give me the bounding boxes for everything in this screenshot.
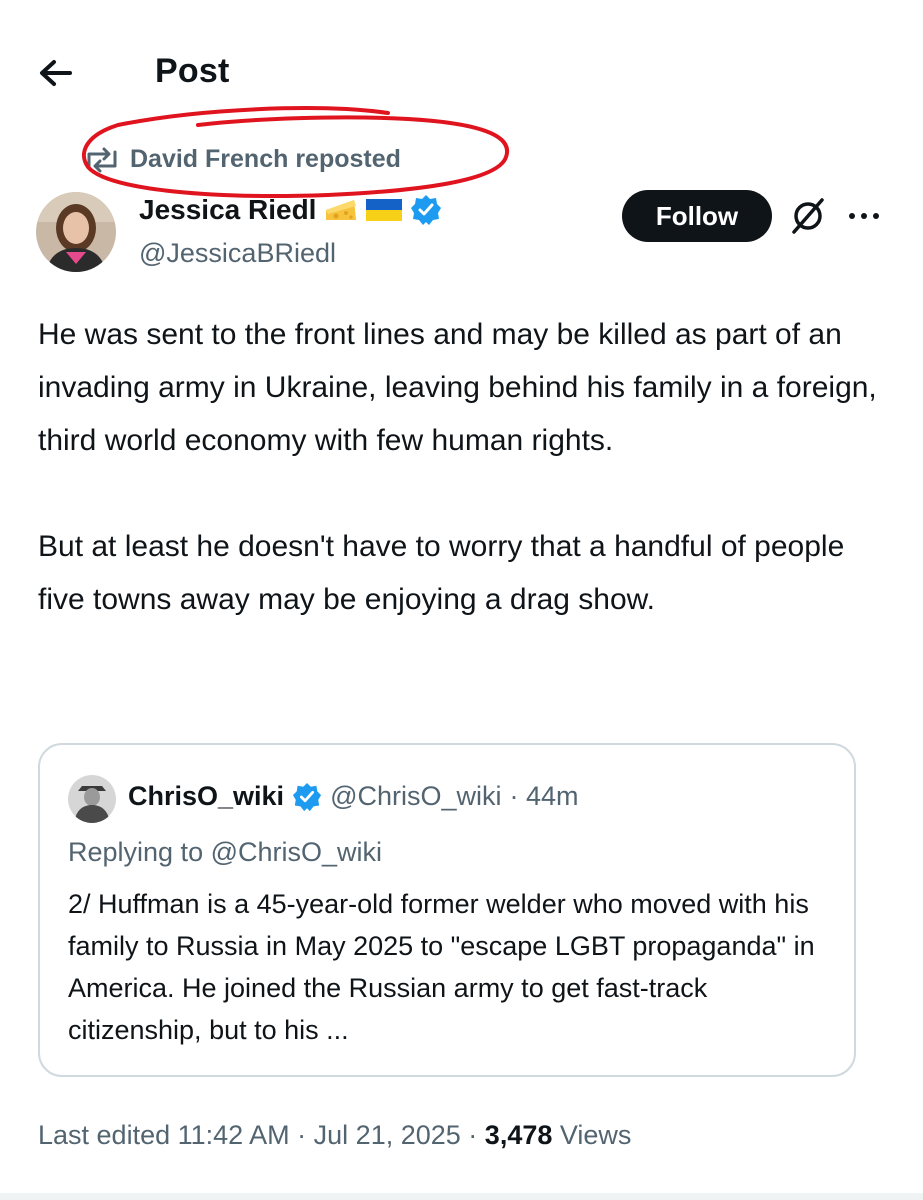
divider (0, 1193, 923, 1200)
arrow-left-icon (40, 60, 72, 86)
post-paragraph: He was sent to the front lines and may b… (38, 318, 877, 457)
quoted-author-name: ChrisO_wiki (128, 781, 285, 811)
ukraine-flag-icon (366, 199, 403, 221)
replying-prefix: Replying to (68, 837, 204, 867)
repost-indicator[interactable]: David French reposted (82, 145, 401, 174)
back-button[interactable] (32, 46, 88, 102)
grok-button[interactable] (788, 196, 828, 236)
page-title: Post (155, 52, 230, 90)
more-options-button[interactable] (846, 200, 882, 232)
verified-badge-icon (293, 782, 322, 811)
quoted-post-card[interactable]: ChrisO_wiki @ChrisO_wiki · 44m Replying … (38, 743, 856, 1077)
repost-text: David French reposted (130, 145, 401, 173)
author-name: Jessica Riedl (139, 194, 317, 225)
verified-badge-icon (411, 195, 442, 225)
edited-timestamp[interactable]: Last edited 11:42 AM · Jul 21, 2025 · (38, 1120, 477, 1150)
grok-icon (792, 198, 824, 234)
views-count: 3,478 (484, 1120, 553, 1150)
quoted-author-avatar[interactable] (68, 775, 116, 823)
post-metadata: Last edited 11:42 AM · Jul 21, 2025 · 3,… (38, 1120, 631, 1151)
quoted-author-handle: @ChrisO_wiki (330, 781, 502, 811)
quoted-header: ChrisO_wiki @ChrisO_wiki · 44m (128, 781, 579, 812)
quoted-timestamp: · 44m (509, 781, 579, 811)
replying-mention[interactable]: @ChrisO_wiki (211, 837, 382, 867)
author-avatar[interactable] (36, 192, 116, 272)
cheese-emoji-icon (326, 200, 357, 220)
views-label: Views (559, 1120, 632, 1150)
post-text: He was sent to the front lines and may b… (38, 308, 898, 626)
author-handle[interactable]: @JessicaBRiedl (139, 238, 336, 269)
quoted-post-text: 2/ Huffman is a 45-year-old former welde… (68, 889, 815, 1045)
post-paragraph: But at least he doesn't have to worry th… (38, 530, 845, 616)
repost-icon (87, 147, 117, 172)
more-dots-icon (849, 213, 879, 219)
author-name-row[interactable]: Jessica Riedl (139, 194, 442, 226)
replying-to-line: Replying to @ChrisO_wiki (68, 837, 382, 868)
follow-button[interactable]: Follow (622, 190, 772, 242)
